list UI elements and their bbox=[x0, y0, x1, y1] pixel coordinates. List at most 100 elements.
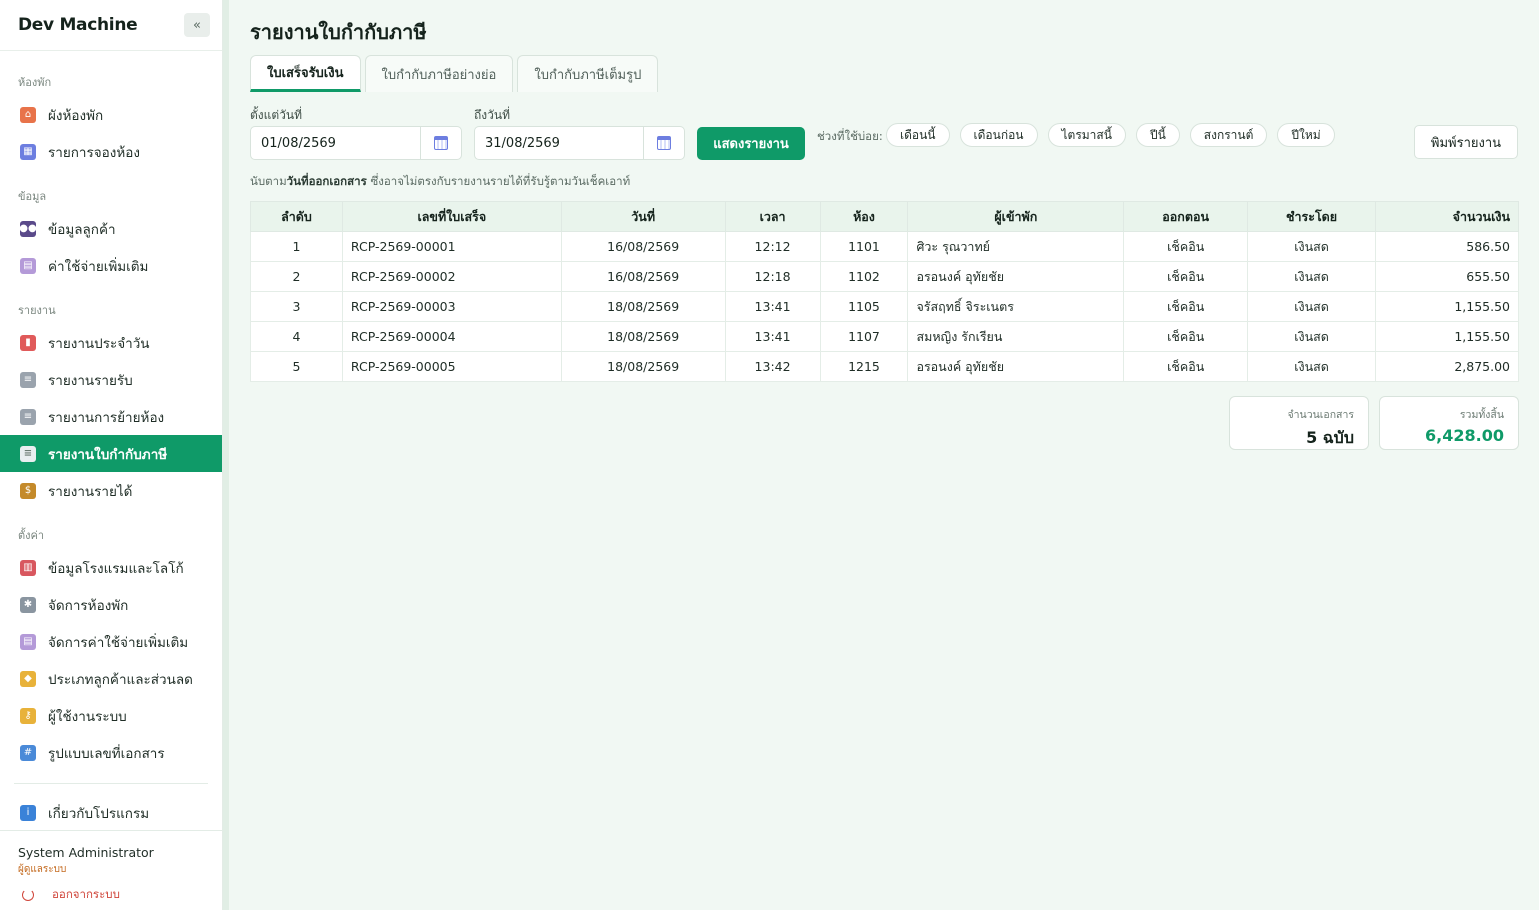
sidebar-item[interactable]: ⚷ ผู้ใช้งานระบบ bbox=[0, 697, 222, 734]
cell-guest: ศิวะ รุณวาทย์ bbox=[907, 231, 1125, 262]
cell-issued-at: เช็คอิน bbox=[1123, 351, 1249, 382]
table-row[interactable]: 4 RCP-2569-00004 18/08/2569 13:41 1107 สมหญิง… bbox=[250, 321, 1519, 352]
col-header-issued-at[interactable]: ออกตอน bbox=[1123, 201, 1249, 232]
table-body: 1 RCP-2569-00001 16/08/2569 12:12 1101 ศิวะ ร… bbox=[250, 231, 1519, 382]
from-date-picker-button[interactable] bbox=[420, 127, 461, 159]
cell-paid-by: เงินสด bbox=[1247, 351, 1377, 382]
col-header-receipt-no[interactable]: เลขที่ใบเสร็จ bbox=[341, 201, 562, 232]
sidebar-item[interactable]: ◆ ประเภทลูกค้าและส่วนลด bbox=[0, 660, 222, 697]
total-value: 6,428.00 bbox=[1425, 426, 1504, 445]
cell-no: 3 bbox=[250, 291, 343, 322]
sidebar-item-label: ผู้ใช้งานระบบ bbox=[48, 708, 127, 725]
house-icon: ⌂ bbox=[20, 106, 36, 123]
total-label: รวมทั้งสิ้น bbox=[1459, 409, 1504, 421]
logout-button[interactable]: ออกจากระบบ bbox=[18, 886, 204, 904]
cell-room: 1101 bbox=[819, 231, 909, 262]
col-header-no[interactable]: ลำดับ bbox=[250, 201, 343, 232]
sidebar-item-label: ผังห้องพัก bbox=[48, 107, 104, 124]
to-date-picker-button[interactable] bbox=[643, 127, 684, 159]
chip-this-month[interactable]: เดือนนี้ bbox=[886, 123, 950, 147]
doc-count-card: จำนวนเอกสาร 5 ฉบับ bbox=[1229, 396, 1369, 450]
to-date-label: ถึงวันที่ bbox=[474, 108, 510, 122]
col-header-room[interactable]: ห้อง bbox=[819, 201, 909, 232]
sidebar-item-label: ข้อมูลโรงแรมและโลโก้ bbox=[48, 560, 184, 577]
cell-amount: 655.50 bbox=[1375, 261, 1519, 292]
page-title: รายงานใบกำกับภาษี bbox=[250, 20, 427, 44]
money-bag-icon: $ bbox=[20, 482, 36, 499]
cell-receipt-no: RCP-2569-00002 bbox=[341, 261, 562, 292]
sidebar-item[interactable]: ✱ จัดการห้องพัก bbox=[0, 586, 222, 623]
sidebar-item-about[interactable]: i เกี่ยวกับโปรแกรม bbox=[0, 794, 222, 831]
sidebar-item[interactable]: ≡ รายงานใบกำกับภาษี bbox=[0, 435, 222, 472]
sidebar-item[interactable]: ▤ จัดการค่าใช้จ่ายเพิ่มเติม bbox=[0, 623, 222, 660]
table-row[interactable]: 3 RCP-2569-00003 18/08/2569 13:41 1105 จรัสฤท… bbox=[250, 291, 1519, 322]
chip-last-month[interactable]: เดือนก่อน bbox=[959, 123, 1038, 147]
cell-receipt-no: RCP-2569-00003 bbox=[341, 291, 562, 322]
table-row[interactable]: 2 RCP-2569-00002 16/08/2569 12:18 1102 อรอนงค… bbox=[250, 261, 1519, 292]
sidebar-item[interactable]: ≡ รายงานรายรับ bbox=[0, 361, 222, 398]
to-date-input[interactable] bbox=[475, 135, 643, 151]
col-header-amount[interactable]: จำนวนเงิน bbox=[1375, 201, 1519, 232]
document-icon: ≡ bbox=[20, 371, 36, 388]
hotel-icon: ▥ bbox=[20, 559, 36, 576]
calendar-icon bbox=[657, 136, 671, 150]
tab-full-tax-invoice[interactable]: ใบกำกับภาษีเต็มรูป bbox=[517, 55, 659, 92]
sidebar-item[interactable]: ▦ รายการจองห้อง bbox=[0, 133, 222, 170]
user-role: ผู้ดูแลระบบ bbox=[18, 864, 67, 875]
sidebar-item[interactable]: ⌂ ผังห้องพัก bbox=[0, 96, 222, 133]
sidebar-item[interactable]: ▥ ข้อมูลโรงแรมและโลโก้ bbox=[0, 549, 222, 586]
chip-new-year[interactable]: ปีใหม่ bbox=[1277, 123, 1335, 147]
cell-time: 13:42 bbox=[724, 351, 821, 382]
note-prefix: นับตาม bbox=[250, 174, 287, 188]
chip-this-quarter[interactable]: ไตรมาสนี้ bbox=[1047, 123, 1126, 147]
note-suffix: ซึ่งอาจไม่ตรงกับรายงานรายได้ที่รับรู้ตาม… bbox=[366, 174, 631, 188]
key-icon: ⚷ bbox=[20, 707, 36, 724]
to-date-field bbox=[474, 126, 685, 160]
show-report-button[interactable]: แสดงรายงาน bbox=[697, 127, 805, 160]
col-header-guest[interactable]: ผู้เข้าพัก bbox=[907, 201, 1125, 232]
cell-amount: 586.50 bbox=[1375, 231, 1519, 262]
cell-amount: 2,875.00 bbox=[1375, 351, 1519, 382]
col-header-time[interactable]: เวลา bbox=[724, 201, 821, 232]
sidebar-header: Dev Machine « bbox=[0, 0, 222, 51]
doc-count-value: 5 ฉบับ bbox=[1306, 428, 1354, 447]
sidebar-item[interactable]: ●● ข้อมูลลูกค้า bbox=[0, 210, 222, 247]
sidebar-item[interactable]: $ รายงานรายได้ bbox=[0, 472, 222, 509]
print-report-button[interactable]: พิมพ์รายงาน bbox=[1414, 125, 1518, 159]
cell-time: 12:18 bbox=[724, 261, 821, 292]
col-header-date[interactable]: วันที่ bbox=[560, 201, 726, 232]
chip-songkran[interactable]: สงกรานต์ bbox=[1189, 123, 1268, 147]
sidebar-item[interactable]: # รูปแบบเลขที่เอกสาร bbox=[0, 734, 222, 771]
from-date-input[interactable] bbox=[251, 135, 420, 151]
cell-date: 18/08/2569 bbox=[560, 321, 726, 352]
cell-no: 2 bbox=[250, 261, 343, 292]
cell-issued-at: เช็คอิน bbox=[1123, 261, 1249, 292]
document-icon: ≡ bbox=[20, 408, 36, 425]
cell-receipt-no: RCP-2569-00005 bbox=[341, 351, 562, 382]
sidebar-item[interactable]: ▤ ค่าใช้จ่ายเพิ่มเติม bbox=[0, 247, 222, 284]
quick-range-label: ช่วงที่ใช้บ่อย: bbox=[817, 129, 883, 143]
cell-issued-at: เช็คอิน bbox=[1123, 231, 1249, 262]
table-row[interactable]: 1 RCP-2569-00001 16/08/2569 12:12 1101 ศิวะ ร… bbox=[250, 231, 1519, 262]
cell-receipt-no: RCP-2569-00001 bbox=[341, 231, 562, 262]
cell-room: 1107 bbox=[819, 321, 909, 352]
sidebar-item[interactable]: ≡ รายงานการย้ายห้อง bbox=[0, 398, 222, 435]
sidebar-item[interactable]: ▮ รายงานประจำวัน bbox=[0, 324, 222, 361]
col-header-paid-by[interactable]: ชำระโดย bbox=[1247, 201, 1377, 232]
note-bold: วันที่ออกเอกสาร bbox=[286, 174, 367, 188]
app-title: Dev Machine bbox=[18, 15, 138, 35]
receipt-icon: ▤ bbox=[20, 633, 36, 650]
chip-this-year[interactable]: ปีนี้ bbox=[1135, 123, 1180, 147]
cell-issued-at: เช็คอิน bbox=[1123, 291, 1249, 322]
report-tabs: ใบเสร็จรับเงิน ใบกำกับภาษีอย่างย่อ ใบกำก… bbox=[250, 55, 662, 92]
sidebar-item-label: ประเภทลูกค้าและส่วนลด bbox=[48, 671, 193, 688]
people-icon: ●● bbox=[19, 220, 37, 237]
quick-range-chips: เดือนนี้ เดือนก่อน ไตรมาสนี้ ปีนี้ สงกรา… bbox=[886, 123, 1345, 147]
tab-abbreviated-tax-invoice[interactable]: ใบกำกับภาษีอย่างย่อ bbox=[364, 55, 514, 92]
tab-receipt[interactable]: ใบเสร็จรับเงิน bbox=[250, 55, 361, 92]
table-row[interactable]: 5 RCP-2569-00005 18/08/2569 13:42 1215 อรอนงค… bbox=[250, 351, 1519, 382]
collapse-sidebar-button[interactable]: « bbox=[184, 13, 210, 37]
cell-guest: สมหญิง รักเรียน bbox=[907, 321, 1125, 352]
cell-time: 13:41 bbox=[724, 321, 821, 352]
sidebar-nav: ห้องพัก ⌂ ผังห้องพัก ▦ รายการจองห้อง ข้อมูล ●●… bbox=[0, 51, 222, 831]
